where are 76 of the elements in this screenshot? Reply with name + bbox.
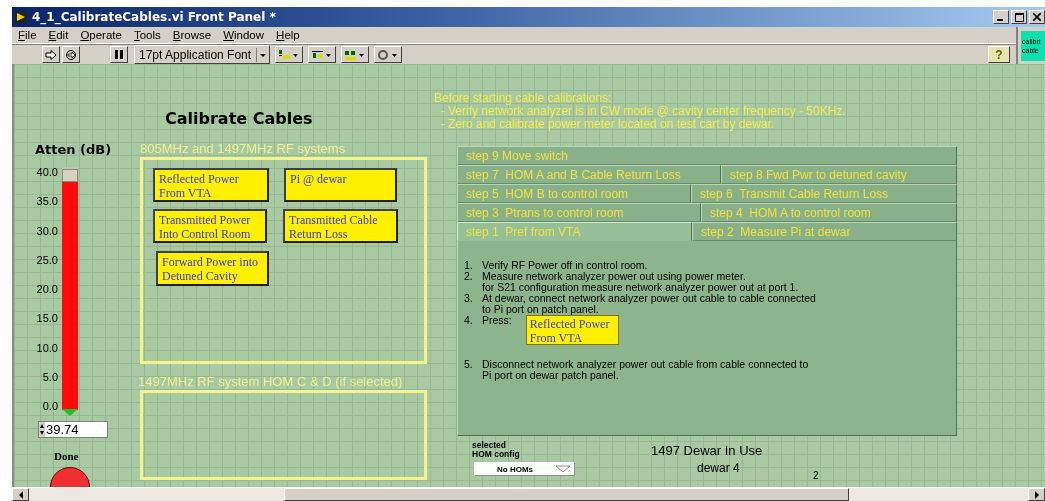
scale-label: 10.0 — [36, 340, 58, 356]
action-button[interactable]: Forward Power into Detuned Cavity — [156, 251, 269, 286]
group-label: 1497MHz RF system HOM C & D (if selected) — [138, 374, 403, 389]
scroll-left-button[interactable] — [12, 488, 29, 501]
distribute-dropdown[interactable] — [308, 46, 337, 63]
scale-label: 5.0 — [42, 369, 58, 385]
right-arrow-icon — [1033, 490, 1040, 499]
align-icon — [278, 48, 301, 61]
dewar-name: dewar 4 — [697, 461, 740, 475]
menu-item[interactable]: Edit — [48, 29, 69, 41]
hom-config-dropdown[interactable]: No HOMs — [474, 462, 575, 476]
scale-label: 30.0 — [36, 223, 58, 239]
scale-label: 15.0 — [36, 311, 58, 327]
maximize-button[interactable] — [1011, 10, 1027, 24]
step-number: 3. — [464, 293, 474, 306]
step-text: Measure network analyzer power out using power meter. for S21 configuration measure network analyzer power out at port 1. — [482, 271, 799, 293]
action-button[interactable]: Reflected Power From VTA — [153, 168, 269, 202]
distribute-icon — [311, 48, 334, 61]
scale-label: 20.0 — [36, 282, 58, 297]
horizontal-scrollbar[interactable] — [12, 487, 1045, 501]
menu-item[interactable]: Browse — [172, 29, 212, 41]
action-button[interactable]: Transmitted Cable Return Loss — [283, 209, 398, 243]
pause-icon — [115, 50, 123, 59]
triangle-icon — [62, 409, 78, 416]
scale-label: 40.0 — [36, 165, 58, 180]
dewar-number: 2 — [813, 470, 819, 481]
action-button[interactable]: Transmitted Power Into Control Room — [153, 209, 267, 243]
step-number: 1. — [464, 260, 474, 271]
minimize-button[interactable] — [993, 10, 1009, 24]
menu-item[interactable]: Tools — [133, 29, 161, 41]
reorder-dropdown[interactable] — [374, 46, 403, 63]
ring-icon — [377, 48, 400, 61]
group-label: 805MHz and 1497MHz RF systems — [140, 141, 346, 156]
close-icon — [1033, 13, 1041, 21]
step-text: At dewar, connect network analyzer power out cable to cable connected to Pi port on patch panel. — [482, 293, 816, 315]
run-button[interactable] — [42, 46, 60, 63]
step-number: 4. — [464, 315, 474, 328]
scroll-right-button[interactable] — [1028, 488, 1045, 501]
action-button[interactable]: Pi @ dewar — [284, 168, 397, 202]
menu-item[interactable]: File — [18, 29, 37, 41]
menu-item[interactable]: Help — [276, 29, 300, 41]
step-text: Disconnect network analyzer power out cable from cable connected to Pi port on dewar patch panel. — [482, 359, 809, 381]
help-button[interactable]: ? — [988, 46, 1010, 63]
step-number: 2. — [464, 271, 474, 284]
menu-item[interactable]: Window — [223, 29, 265, 41]
status-text: 1497 Dewar In Use — [651, 443, 763, 458]
scale-label: 35.0 — [36, 194, 58, 210]
align-dropdown[interactable] — [275, 46, 304, 63]
close-button[interactable] — [1029, 10, 1045, 24]
pause-button[interactable] — [110, 46, 128, 63]
button-label: Done — [54, 450, 79, 462]
step-number: 5. — [464, 359, 474, 372]
resize-dropdown[interactable] — [341, 46, 370, 63]
panel-title: Calibrate Cables — [165, 109, 313, 128]
slider-label: Atten (dB) — [35, 142, 112, 157]
spinner-icon[interactable] — [39, 422, 45, 437]
resize-icon — [344, 48, 367, 61]
arrow-icon — [45, 49, 57, 60]
scale-label: 0.0 — [42, 399, 58, 414]
menu-item[interactable]: Operate — [80, 29, 122, 41]
caret-icon — [555, 465, 571, 473]
dropdown-label: selected HOM config — [472, 441, 520, 459]
step-text: Verify RF Power off in control room. — [482, 260, 648, 271]
action-button[interactable]: Reflected Power From VTA — [525, 315, 619, 345]
app-icon — [15, 11, 27, 23]
step-text: Press: — [482, 315, 512, 326]
window-title: 4_1_CalibrateCables.vi Front Panel * — [32, 10, 276, 24]
left-arrow-icon — [17, 490, 24, 499]
run-continuously-button[interactable] — [62, 46, 80, 63]
circular-arrow-icon — [65, 48, 77, 61]
scale-label: 25.0 — [36, 252, 58, 268]
font-dropdown[interactable]: 17pt Application Font — [134, 45, 271, 64]
numeric-field[interactable]: 39.74 — [38, 421, 108, 438]
scroll-thumb[interactable] — [284, 488, 849, 501]
maximize-icon — [1014, 12, 1024, 22]
instructions-text: Before starting cable calibrations: - Verify network analyzer is in CW mode @ cavity center frequency - 50KHz. - Zero and calibrate power meter located on test cart by dewar. — [434, 92, 846, 131]
